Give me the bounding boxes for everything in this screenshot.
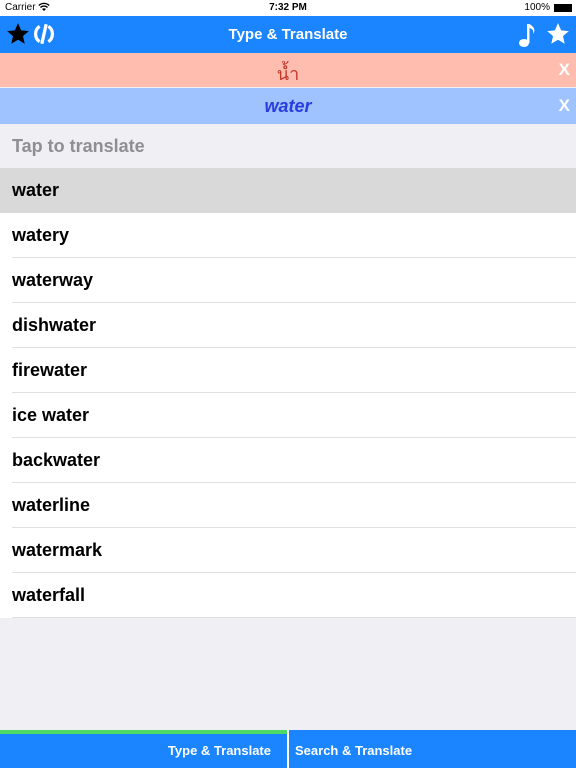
list-item[interactable]: dishwater [0,303,576,348]
tab-label: Type & Translate [167,743,271,758]
list-item-label: waterfall [12,585,86,605]
target-text: water [264,96,312,116]
list-item[interactable]: water [0,168,576,213]
list-item-label: dishwater [12,315,97,335]
translate-prompt[interactable]: Tap to translate [0,124,576,168]
list-item-label: waterway [12,270,94,290]
source-text: น้ำ [276,64,300,85]
tab-bar: Type & Translate Search & Translate [0,730,576,768]
list-item-label: water [12,180,60,200]
source-text-bar[interactable]: น้ำ X [0,53,576,87]
active-tab-indicator [0,730,287,734]
list-item-label: backwater [12,450,101,470]
list-item-label: firewater [12,360,88,380]
translate-prompt-label: Tap to translate [12,136,145,156]
list-item[interactable]: waterfall [0,573,576,618]
status-time: 7:32 PM [269,2,307,13]
list-item-label: watery [12,225,70,245]
target-text-bar[interactable]: water X [0,88,576,124]
clear-source-button[interactable]: X [559,60,570,80]
list-item[interactable]: backwater [0,438,576,483]
favorite-star-icon[interactable] [545,21,571,52]
list-item-label: waterline [12,495,91,515]
clear-target-button[interactable]: X [559,96,570,116]
nav-bar: Type & Translate [0,16,576,53]
list-item[interactable]: waterline [0,483,576,528]
list-item[interactable]: waterway [0,258,576,303]
list-item[interactable]: watery [0,213,576,258]
status-bar: Carrier 7:32 PM 100% [0,0,576,16]
battery-icon [554,4,572,12]
list-item-label: ice water [12,405,90,425]
tab-search-translate[interactable]: Search & Translate [289,730,576,768]
list-item-label: watermark [12,540,103,560]
list-item[interactable]: watermark [0,528,576,573]
tab-type-translate[interactable]: Type & Translate [0,730,287,768]
tab-label: Search & Translate [295,743,413,758]
row-divider [12,617,576,618]
music-note-icon[interactable] [516,21,540,54]
page-title: Type & Translate [228,26,348,43]
battery-percent: 100% [524,2,550,13]
suggestion-list: water watery waterway dishwater firewate… [0,168,576,618]
list-item[interactable]: ice water [0,393,576,438]
list-item[interactable]: firewater [0,348,576,393]
